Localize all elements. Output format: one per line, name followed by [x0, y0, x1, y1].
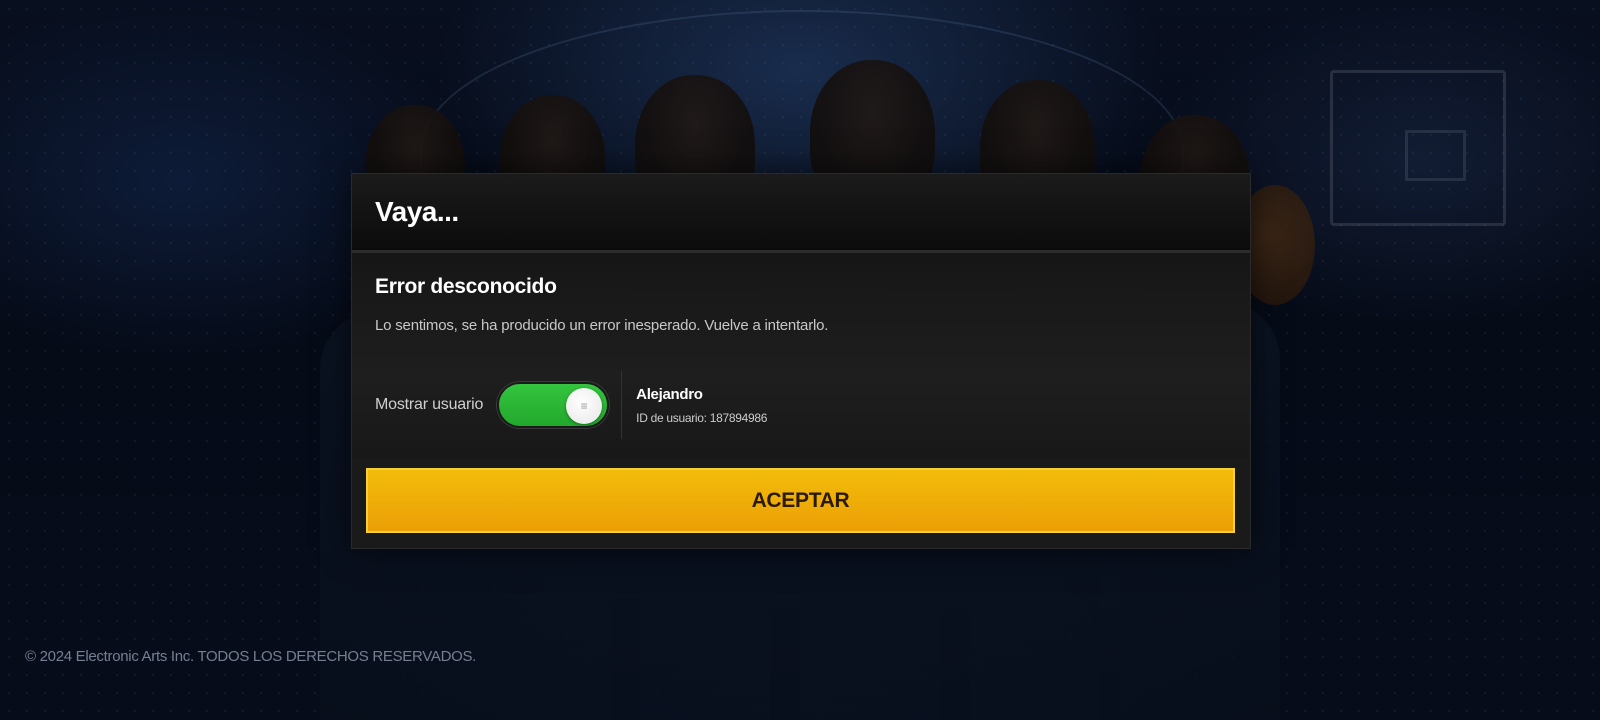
copyright-notice: © 2024 Electronic Arts Inc. TODOS LOS DE…: [25, 648, 477, 665]
dialog-footer: ACEPTAR: [352, 458, 1250, 548]
user-divider: [621, 371, 623, 439]
dialog-body: Error desconocido Lo sentimos, se ha pro…: [352, 253, 1250, 458]
show-user-label: Mostrar usuario: [375, 396, 484, 413]
show-user-toggle[interactable]: ≡: [497, 382, 610, 428]
error-message: Lo sentimos, se ha producido un error in…: [375, 317, 829, 334]
username: Alejandro: [636, 385, 703, 403]
game-screen: Vaya... Error desconocido Lo sentimos, s…: [0, 0, 1600, 720]
dialog-title: Vaya...: [375, 196, 459, 227]
show-user-row: Mostrar usuario ≡ Alejandro ID de usuari…: [375, 371, 767, 439]
dialog-header: Vaya...: [352, 174, 1250, 253]
user-info: Alejandro ID de usuario: 187894986: [636, 386, 767, 425]
grip-lines-icon: ≡: [580, 399, 588, 413]
user-id: ID de usuario: 187894986: [636, 410, 768, 425]
accept-button[interactable]: ACEPTAR: [366, 468, 1235, 533]
error-dialog: Vaya... Error desconocido Lo sentimos, s…: [351, 173, 1251, 549]
accept-button-label: ACEPTAR: [751, 488, 850, 512]
toggle-knob[interactable]: ≡: [566, 388, 603, 424]
error-title: Error desconocido: [375, 275, 557, 298]
